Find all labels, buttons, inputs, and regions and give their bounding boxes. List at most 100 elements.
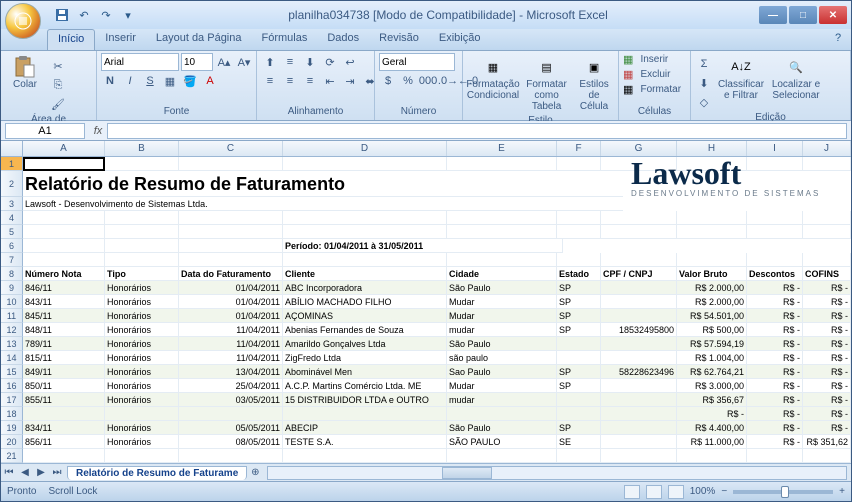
sheet-nav-next[interactable]: ▶ xyxy=(33,467,49,478)
cell[interactable] xyxy=(557,449,601,463)
row-header[interactable]: 17 xyxy=(1,393,23,407)
font-name-combo[interactable]: Arial xyxy=(101,53,179,71)
cell[interactable]: R$ - xyxy=(747,393,803,407)
tab-exibicao[interactable]: Exibição xyxy=(429,29,491,50)
cell[interactable] xyxy=(747,253,803,267)
table-header[interactable]: Cidade xyxy=(447,267,557,281)
cell[interactable]: AÇOMINAS xyxy=(283,309,447,323)
cell[interactable]: 18532495800 xyxy=(601,323,677,337)
sheet-tab-active[interactable]: Relatório de Resumo de Faturame xyxy=(67,466,247,480)
cell[interactable]: São Paulo xyxy=(447,421,557,435)
number-format-combo[interactable]: Geral xyxy=(379,53,455,71)
cell[interactable]: 845/11 xyxy=(23,309,105,323)
table-header[interactable]: Tipo xyxy=(105,267,179,281)
cell[interactable]: 58228623496 xyxy=(601,365,677,379)
maximize-button[interactable]: □ xyxy=(789,6,817,24)
cell[interactable]: Mudar xyxy=(447,309,557,323)
view-normal-icon[interactable] xyxy=(624,485,640,499)
increase-decimal-icon[interactable]: .0→ xyxy=(439,72,457,90)
decrease-indent-icon[interactable]: ⇤ xyxy=(321,72,339,90)
increase-indent-icon[interactable]: ⇥ xyxy=(341,72,359,90)
save-icon[interactable] xyxy=(53,6,71,24)
cell[interactable]: R$ - xyxy=(747,421,803,435)
cell[interactable]: ABECIP xyxy=(283,421,447,435)
cell[interactable]: R$ 500,00 xyxy=(677,323,747,337)
redo-icon[interactable]: ↷ xyxy=(97,6,115,24)
cell[interactable] xyxy=(601,337,677,351)
cell[interactable] xyxy=(601,379,677,393)
col-header-g[interactable]: G xyxy=(601,141,677,156)
cell[interactable]: mudar xyxy=(447,393,557,407)
cut-icon[interactable]: ✂ xyxy=(49,57,67,75)
cell[interactable]: R$ - xyxy=(803,295,851,309)
cell[interactable]: R$ 3.000,00 xyxy=(677,379,747,393)
cell[interactable]: Honorários xyxy=(105,435,179,449)
cell[interactable]: 846/11 xyxy=(23,281,105,295)
close-button[interactable]: ✕ xyxy=(819,6,847,24)
align-center-icon[interactable]: ≡ xyxy=(281,72,299,90)
cell[interactable]: 789/11 xyxy=(23,337,105,351)
sheet-nav-first[interactable]: ⏮ xyxy=(1,467,17,478)
cell[interactable] xyxy=(23,407,105,421)
cell[interactable]: 15 DISTRIBUIDOR LTDA e OUTRO xyxy=(283,393,447,407)
cell[interactable] xyxy=(601,225,677,239)
cell[interactable]: R$ 351,62 xyxy=(803,435,851,449)
cell[interactable] xyxy=(447,253,557,267)
underline-button[interactable]: S xyxy=(141,72,159,90)
cell[interactable]: R$ 57.594,19 xyxy=(677,337,747,351)
copy-icon[interactable]: ⎘ xyxy=(49,76,67,94)
cell[interactable]: Honorários xyxy=(105,421,179,435)
cell[interactable] xyxy=(447,449,557,463)
cell[interactable] xyxy=(677,253,747,267)
row-header[interactable]: 4 xyxy=(1,211,23,225)
row-header[interactable]: 5 xyxy=(1,225,23,239)
cell[interactable] xyxy=(283,211,447,225)
tab-layout[interactable]: Layout da Página xyxy=(146,29,252,50)
cell[interactable]: SP xyxy=(557,379,601,393)
row-header[interactable]: 9 xyxy=(1,281,23,295)
row-header[interactable]: 18 xyxy=(1,407,23,421)
fill-color-icon[interactable]: 🪣 xyxy=(181,72,199,90)
view-layout-icon[interactable] xyxy=(646,485,662,499)
cell[interactable]: R$ - xyxy=(677,407,747,421)
zoom-in-button[interactable]: + xyxy=(839,486,845,497)
tab-inicio[interactable]: Início xyxy=(47,29,95,50)
cell[interactable]: R$ - xyxy=(747,281,803,295)
format-cells-button[interactable]: ▦ Formatar xyxy=(623,83,681,96)
cell[interactable] xyxy=(105,253,179,267)
cell[interactable] xyxy=(105,211,179,225)
comma-icon[interactable]: 000 xyxy=(419,72,437,90)
col-header-i[interactable]: I xyxy=(747,141,803,156)
cell[interactable]: 11/04/2011 xyxy=(179,337,283,351)
qat-dropdown-icon[interactable]: ▾ xyxy=(119,6,137,24)
cell[interactable] xyxy=(23,253,105,267)
cell[interactable] xyxy=(179,225,283,239)
cell[interactable] xyxy=(601,253,677,267)
cell[interactable] xyxy=(601,407,677,421)
tab-formulas[interactable]: Fórmulas xyxy=(252,29,318,50)
table-header[interactable]: COFINS xyxy=(803,267,851,281)
cell[interactable]: SP xyxy=(557,309,601,323)
find-select-button[interactable]: 🔍Localizar e Selecionar xyxy=(769,53,823,103)
cell[interactable]: R$ 62.764,21 xyxy=(677,365,747,379)
cell[interactable] xyxy=(105,157,179,171)
cell[interactable]: 815/11 xyxy=(23,351,105,365)
office-button[interactable] xyxy=(5,3,41,39)
cell[interactable] xyxy=(601,295,677,309)
cell[interactable]: 13/04/2011 xyxy=(179,365,283,379)
cell[interactable] xyxy=(557,225,601,239)
col-header-c[interactable]: C xyxy=(179,141,283,156)
cell[interactable]: R$ 11.000,00 xyxy=(677,435,747,449)
cell[interactable]: ABC Incorporadora xyxy=(283,281,447,295)
cell[interactable]: Honorários xyxy=(105,309,179,323)
italic-button[interactable]: I xyxy=(121,72,139,90)
row-header[interactable]: 16 xyxy=(1,379,23,393)
cell[interactable]: R$ - xyxy=(747,407,803,421)
align-left-icon[interactable]: ≡ xyxy=(261,72,279,90)
fill-icon[interactable]: ⬇ xyxy=(695,74,713,92)
cell[interactable]: R$ 4.400,00 xyxy=(677,421,747,435)
zoom-out-button[interactable]: − xyxy=(721,486,727,497)
cell-styles-button[interactable]: ▣Estilos de Célula xyxy=(574,53,614,114)
cell[interactable]: SP xyxy=(557,421,601,435)
col-header-b[interactable]: B xyxy=(105,141,179,156)
